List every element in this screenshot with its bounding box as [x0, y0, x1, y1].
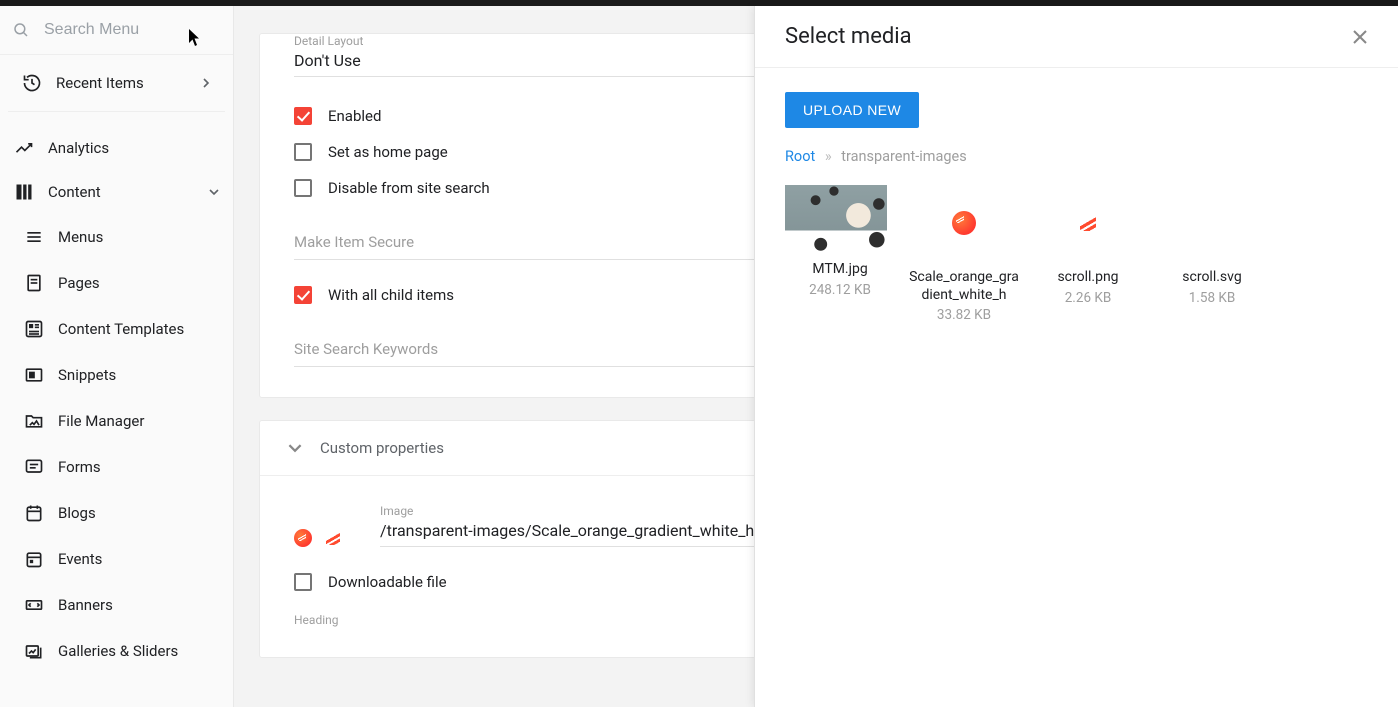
banner-icon	[24, 595, 44, 615]
media-grid: MTM.jpg 248.12 KB Scale_orange_gradient_wh…	[785, 185, 1368, 323]
sidebar-item-forms[interactable]: Forms	[0, 444, 233, 490]
sidebar-item-label: Events	[58, 550, 102, 568]
image-preview	[294, 529, 340, 547]
gallery-icon	[24, 641, 44, 661]
sidebar-item-galleries[interactable]: Galleries & Sliders	[0, 628, 233, 674]
disable-search-label: Disable from site search	[328, 179, 490, 197]
media-tile-size: 1.58 KB	[1157, 290, 1267, 306]
sidebar-item-label: Content Templates	[58, 320, 184, 338]
sidebar-item-label: Blogs	[58, 504, 96, 522]
media-tile[interactable]: Scale_orange_gradient_white_h 33.82 KB	[909, 185, 1019, 323]
media-tile-name: Scale_orange_gradient_white_h	[909, 269, 1019, 304]
media-tile-name: scroll.svg	[1157, 269, 1267, 287]
sidebar-item-analytics[interactable]: Analytics	[0, 126, 233, 170]
search-menu-row[interactable]	[0, 6, 233, 55]
sidebar-item-label: Banners	[58, 596, 113, 614]
sidebar-item-label: Pages	[58, 274, 100, 292]
chevron-right-icon	[201, 78, 211, 88]
breadcrumb-root[interactable]: Root	[785, 148, 815, 165]
panel-title: Select media	[785, 24, 912, 49]
forms-icon	[24, 457, 44, 477]
history-icon	[22, 73, 42, 93]
custom-properties-label: Custom properties	[320, 439, 444, 457]
sidebar-item-label: Analytics	[48, 139, 109, 157]
sidebar-item-label: Galleries & Sliders	[58, 642, 178, 660]
dashboard-icon	[14, 182, 34, 202]
media-tile-name: scroll.png	[1033, 269, 1143, 287]
child-items-checkbox[interactable]	[294, 286, 312, 304]
logo-slashes-icon	[1080, 215, 1096, 231]
home-page-checkbox[interactable]	[294, 143, 312, 161]
search-icon	[12, 21, 30, 39]
downloadable-label: Downloadable file	[328, 573, 447, 591]
breadcrumb: Root » transparent-images	[785, 148, 1368, 165]
sidebar-item-label: Forms	[58, 458, 101, 476]
sidebar-item-blogs[interactable]: Blogs	[0, 490, 233, 536]
sidebar-item-label: File Manager	[58, 412, 144, 430]
downloadable-checkbox[interactable]	[294, 573, 312, 591]
upload-new-button[interactable]: UPLOAD NEW	[785, 92, 919, 128]
calendar-icon	[24, 549, 44, 569]
sidebar-item-events[interactable]: Events	[0, 536, 233, 582]
sidebar-item-templates[interactable]: Content Templates	[0, 306, 233, 352]
enabled-checkbox[interactable]	[294, 107, 312, 125]
select-media-panel: Select media UPLOAD NEW Root » transpare…	[754, 6, 1398, 707]
home-page-label: Set as home page	[328, 143, 448, 161]
sidebar-item-snippets[interactable]: Snippets	[0, 352, 233, 398]
logo-slashes-icon	[326, 531, 340, 545]
sidebar-item-label: Menus	[58, 228, 103, 246]
logo-orb-icon	[952, 211, 976, 235]
menu-icon	[24, 227, 44, 247]
folder-image-icon	[24, 411, 44, 431]
breadcrumb-current: transparent-images	[841, 148, 966, 165]
breadcrumb-separator: »	[825, 148, 832, 165]
disable-search-checkbox[interactable]	[294, 179, 312, 197]
media-tile[interactable]: MTM.jpg 248.12 KB	[785, 185, 895, 323]
media-tile[interactable]: scroll.svg 1.58 KB	[1157, 185, 1267, 323]
sidebar-item-pages[interactable]: Pages	[0, 260, 233, 306]
media-tile[interactable]: scroll.png 2.26 KB	[1033, 185, 1143, 323]
chevron-down-icon	[209, 187, 219, 197]
sidebar-item-filemanager[interactable]: File Manager	[0, 398, 233, 444]
analytics-icon	[14, 138, 34, 158]
close-button[interactable]	[1352, 29, 1368, 45]
logo-orb-icon	[294, 529, 312, 547]
enabled-label: Enabled	[328, 107, 381, 125]
sidebar-item-recent[interactable]: Recent Items	[8, 61, 225, 105]
child-items-label: With all child items	[328, 286, 454, 304]
page-icon	[24, 273, 44, 293]
media-thumbnail	[1161, 185, 1263, 261]
media-tile-size: 33.82 KB	[909, 307, 1019, 323]
sidebar: Recent Items Analytics Content Menus Pag…	[0, 6, 234, 707]
sidebar-item-menus[interactable]: Menus	[0, 214, 233, 260]
sidebar-item-content[interactable]: Content	[0, 170, 233, 214]
sidebar-item-banners[interactable]: Banners	[0, 582, 233, 628]
media-tile-size: 2.26 KB	[1033, 290, 1143, 306]
snippet-icon	[24, 365, 44, 385]
close-icon	[1352, 29, 1368, 45]
media-thumbnail	[913, 185, 1015, 261]
media-tile-size: 248.12 KB	[785, 282, 895, 298]
calendar-icon	[24, 503, 44, 523]
chevron-down-icon	[288, 441, 302, 455]
media-thumbnail	[785, 185, 887, 261]
sidebar-item-label: Recent Items	[56, 74, 144, 92]
search-input[interactable]	[42, 20, 221, 40]
media-thumbnail	[1037, 185, 1139, 261]
sidebar-item-label: Snippets	[58, 366, 116, 384]
template-icon	[24, 319, 44, 339]
media-tile-name: MTM.jpg	[785, 261, 895, 279]
sidebar-item-label: Content	[48, 183, 101, 201]
